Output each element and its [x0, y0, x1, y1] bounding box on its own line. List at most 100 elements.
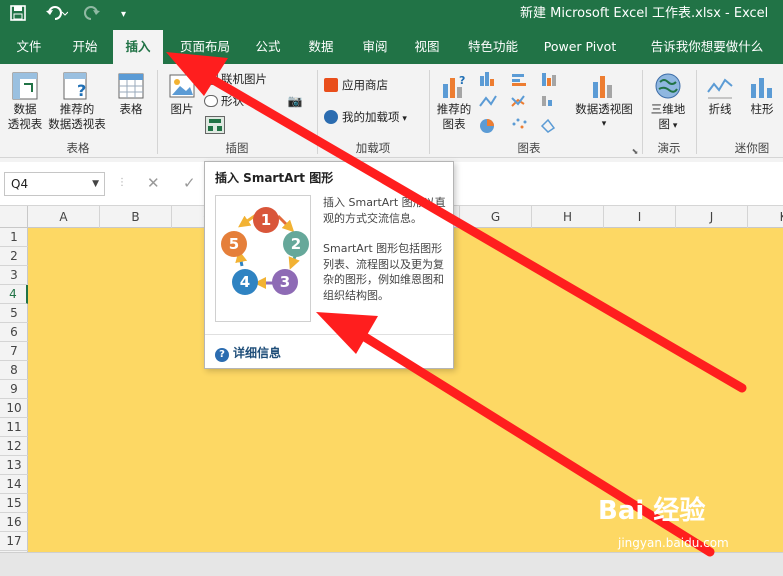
column-header[interactable]: A: [28, 206, 100, 228]
tab-1[interactable]: 开始: [70, 30, 100, 64]
horizontal-scrollbar[interactable]: [0, 552, 783, 576]
row-header[interactable]: 17: [0, 532, 28, 551]
shapes-label: 形状: [221, 94, 244, 108]
column-header[interactable]: G: [460, 206, 532, 228]
row-header[interactable]: 9: [0, 380, 28, 399]
online-pictures-icon: [204, 73, 218, 85]
row-header[interactable]: 1: [0, 228, 28, 247]
row-header[interactable]: 16: [0, 513, 28, 532]
tab-3[interactable]: 页面布局: [180, 30, 230, 64]
group-tables-label: 表格: [66, 141, 90, 155]
column-header[interactable]: K: [748, 206, 783, 228]
row-header[interactable]: 11: [0, 418, 28, 437]
smartart-button[interactable]: [204, 116, 226, 136]
addins-icon: [324, 110, 338, 124]
row-header[interactable]: 2: [0, 247, 28, 266]
store-button[interactable]: 应用商店: [324, 78, 424, 93]
tooltip-description-2: SmartArt 图形包括图形列表、流程图以及更为复杂的图形，例如维恩图和组织结…: [323, 242, 444, 302]
table-label: 表格: [119, 102, 143, 116]
recommended-pivot-label: 推荐的 数据透视表: [48, 102, 106, 131]
row-header[interactable]: 13: [0, 456, 28, 475]
chart-gallery[interactable]: [478, 70, 568, 140]
tooltip-description-1: 插入 SmartArt 图形以直观的方式交流信息。: [323, 196, 446, 225]
undo-icon[interactable]: [46, 5, 69, 26]
tab-7[interactable]: 视图: [412, 30, 442, 64]
column-header[interactable]: I: [604, 206, 676, 228]
chevron-down-icon: ▾: [399, 114, 407, 124]
chevron-down-icon: ▼: [92, 179, 99, 189]
row-headers: 1 2 3 4 5 6 7 8 9 10 11 12 13 14 15 16 17: [0, 228, 28, 552]
group-sparklines-label: 迷你图: [734, 141, 770, 155]
my-addins-button[interactable]: 我的加载项 ▾: [324, 110, 424, 127]
shapes-button[interactable]: 形状: [204, 94, 284, 109]
online-pictures-button[interactable]: 联机图片: [204, 72, 284, 87]
camera-icon: 📷: [287, 94, 303, 108]
tooltip-divider: [205, 334, 453, 335]
customize-icon[interactable]: ▾: [121, 5, 126, 25]
row-header[interactable]: 6: [0, 323, 28, 342]
row-header[interactable]: 14: [0, 475, 28, 494]
online-pictures-label: 联机图片: [221, 72, 267, 86]
column-header[interactable]: J: [676, 206, 748, 228]
row-header[interactable]: 3: [0, 266, 28, 285]
more-info-label: 详细信息: [233, 346, 282, 360]
column-header[interactable]: H: [532, 206, 604, 228]
tab-6[interactable]: 审阅: [360, 30, 390, 64]
store-label: 应用商店: [342, 78, 388, 92]
save-icon[interactable]: [10, 5, 26, 26]
tab-4[interactable]: 公式: [253, 30, 283, 64]
name-box[interactable]: Q4 ▼: [4, 172, 105, 196]
watermark-brand: Bai 经验: [598, 496, 706, 526]
tab-0[interactable]: 文件: [14, 30, 44, 64]
more-info-link[interactable]: ? 详细信息: [215, 344, 281, 362]
cancel-icon[interactable]: ✕: [147, 174, 160, 192]
select-all-corner[interactable]: [0, 206, 28, 228]
screenshot-button[interactable]: 📷: [282, 94, 308, 109]
row-header[interactable]: 5: [0, 304, 28, 323]
pivot-chart-button[interactable]: 数据透视图 ▾: [572, 72, 636, 132]
smartart-preview: 1 2 3 4 5: [215, 195, 311, 322]
column-header[interactable]: B: [100, 206, 172, 228]
tab-10[interactable]: 告诉我你想要做什么: [642, 30, 772, 64]
tab-2[interactable]: 插入: [113, 30, 163, 64]
redo-icon[interactable]: [84, 5, 106, 26]
table-button[interactable]: 表格: [112, 72, 150, 117]
tab-8[interactable]: 特色功能: [465, 30, 521, 64]
cycle-step-3: 3: [280, 273, 290, 291]
row-header[interactable]: 10: [0, 399, 28, 418]
tab-9[interactable]: Power Pivot: [542, 30, 618, 64]
svg-text:?: ?: [77, 81, 86, 100]
chevron-down-icon: ▾: [601, 119, 607, 129]
pivot-chart-icon: [593, 76, 612, 98]
group-illustrations-label: 插图: [225, 141, 249, 155]
enter-icon[interactable]: ✓: [183, 174, 196, 192]
more-icon: ⋮: [117, 177, 127, 188]
table-icon: [118, 73, 144, 99]
recommended-pivot-button[interactable]: ? 推荐的 数据透视表: [46, 72, 108, 132]
picture-icon: [169, 74, 195, 98]
sparkline-line-button[interactable]: 折线: [702, 72, 738, 117]
pictures-label: 图片: [170, 102, 194, 116]
chart-types-icon: [479, 72, 556, 133]
3d-map-button[interactable]: 三维地 图 ▾: [648, 72, 688, 134]
tooltip-description: 插入 SmartArt 图形以直观的方式交流信息。 SmartArt 图形包括图…: [323, 195, 449, 303]
shapes-icon: [204, 95, 218, 107]
group-addins-label: 加载项: [355, 141, 391, 155]
pictures-button[interactable]: 图片: [164, 72, 200, 117]
row-header[interactable]: 8: [0, 361, 28, 380]
pivot-table-button[interactable]: 数据 透视表: [4, 72, 46, 132]
row-header[interactable]: 15: [0, 494, 28, 513]
row-header[interactable]: 7: [0, 342, 28, 361]
row-header[interactable]: 4: [0, 285, 28, 304]
recommended-charts-label: 推荐的 图表: [436, 102, 472, 131]
group-charts-label: 图表: [517, 141, 541, 155]
chevron-down-icon: ▾: [670, 121, 678, 131]
smartart-tooltip: 插入 SmartArt 图形 1 2 3 4 5 插入 SmartArt 图形以直观的方…: [204, 161, 454, 369]
tab-5[interactable]: 数据: [306, 30, 336, 64]
sparkline-column-button[interactable]: 柱形: [744, 72, 780, 117]
dialog-launcher-icon[interactable]: ⬊: [630, 144, 640, 159]
title-bar: ▾ 新建 Microsoft Excel 工作表.xlsx - Excel: [0, 0, 783, 30]
group-tours-label: 演示: [657, 141, 681, 155]
row-header[interactable]: 12: [0, 437, 28, 456]
recommended-charts-button[interactable]: ? 推荐的 图表: [434, 72, 474, 132]
